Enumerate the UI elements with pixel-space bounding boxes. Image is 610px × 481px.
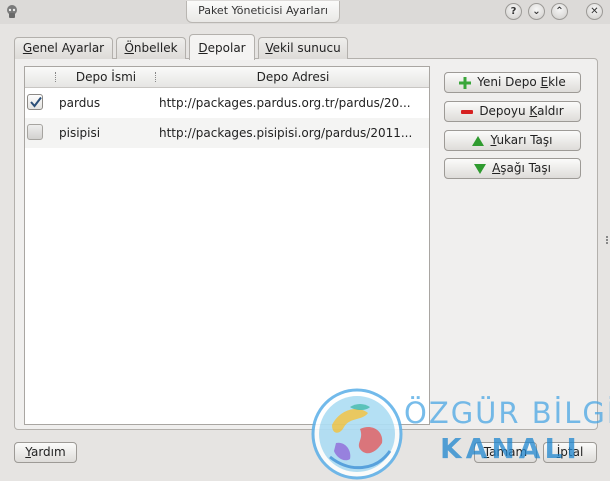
window-title: Paket Yöneticisi Ayarları [186,1,340,23]
arrow-down-icon [474,163,487,174]
watermark-line-1: ÖZGÜR BİLGİ [404,396,610,430]
repo-enabled-checkbox[interactable] [27,124,43,140]
close-icon[interactable]: ✕ [586,3,603,20]
list-header: Depo İsmi Depo Adresi [25,67,429,88]
help-icon[interactable]: ? [505,3,522,20]
checkmark-icon [30,96,42,108]
arrow-up-icon [472,135,485,146]
plus-icon [459,76,472,89]
add-repository-button[interactable]: Yeni Depo Ekle [444,72,581,93]
tab-proxy[interactable]: Vekil sunucu [258,37,348,59]
table-row[interactable]: pisipisi http://packages.pisipisi.org/pa… [25,118,429,148]
repo-url: http://packages.pardus.org.tr/pardus/20.… [159,96,411,110]
repo-url: http://packages.pisipisi.org/pardus/2011… [159,126,413,140]
watermark-line-2: KANALI [440,432,581,465]
resize-grip[interactable] [606,236,610,244]
maximize-icon[interactable]: ⌃ [551,3,568,20]
tab-general-settings[interactable]: Genel Ayarlar [14,37,113,59]
help-button[interactable]: Yardım [14,442,77,463]
repository-list[interactable]: Depo İsmi Depo Adresi pardus http://pack… [24,66,430,425]
tab-repositories[interactable]: Depolar [189,34,255,60]
app-icon[interactable] [4,4,20,20]
repo-enabled-checkbox[interactable] [27,94,43,110]
remove-repository-button[interactable]: Depoyu Kaldır [444,101,581,122]
table-row[interactable]: pardus http://packages.pardus.org.tr/par… [25,88,429,118]
column-header-repo-address[interactable]: Depo Adresi [157,67,429,87]
tab-cache[interactable]: Önbellek [116,37,186,59]
globe-logo-icon [311,388,403,480]
minus-icon [461,109,474,114]
repo-name: pardus [59,96,101,110]
move-down-button[interactable]: Aşağı Taşı [444,158,581,179]
title-bar: Paket Yöneticisi Ayarları ? ⌄ ⌃ ✕ [0,0,610,24]
minimize-icon[interactable]: ⌄ [528,3,545,20]
column-header-repo-name[interactable]: Depo İsmi [57,67,155,87]
move-up-button[interactable]: Yukarı Taşı [444,130,581,151]
repo-name: pisipisi [59,126,101,140]
